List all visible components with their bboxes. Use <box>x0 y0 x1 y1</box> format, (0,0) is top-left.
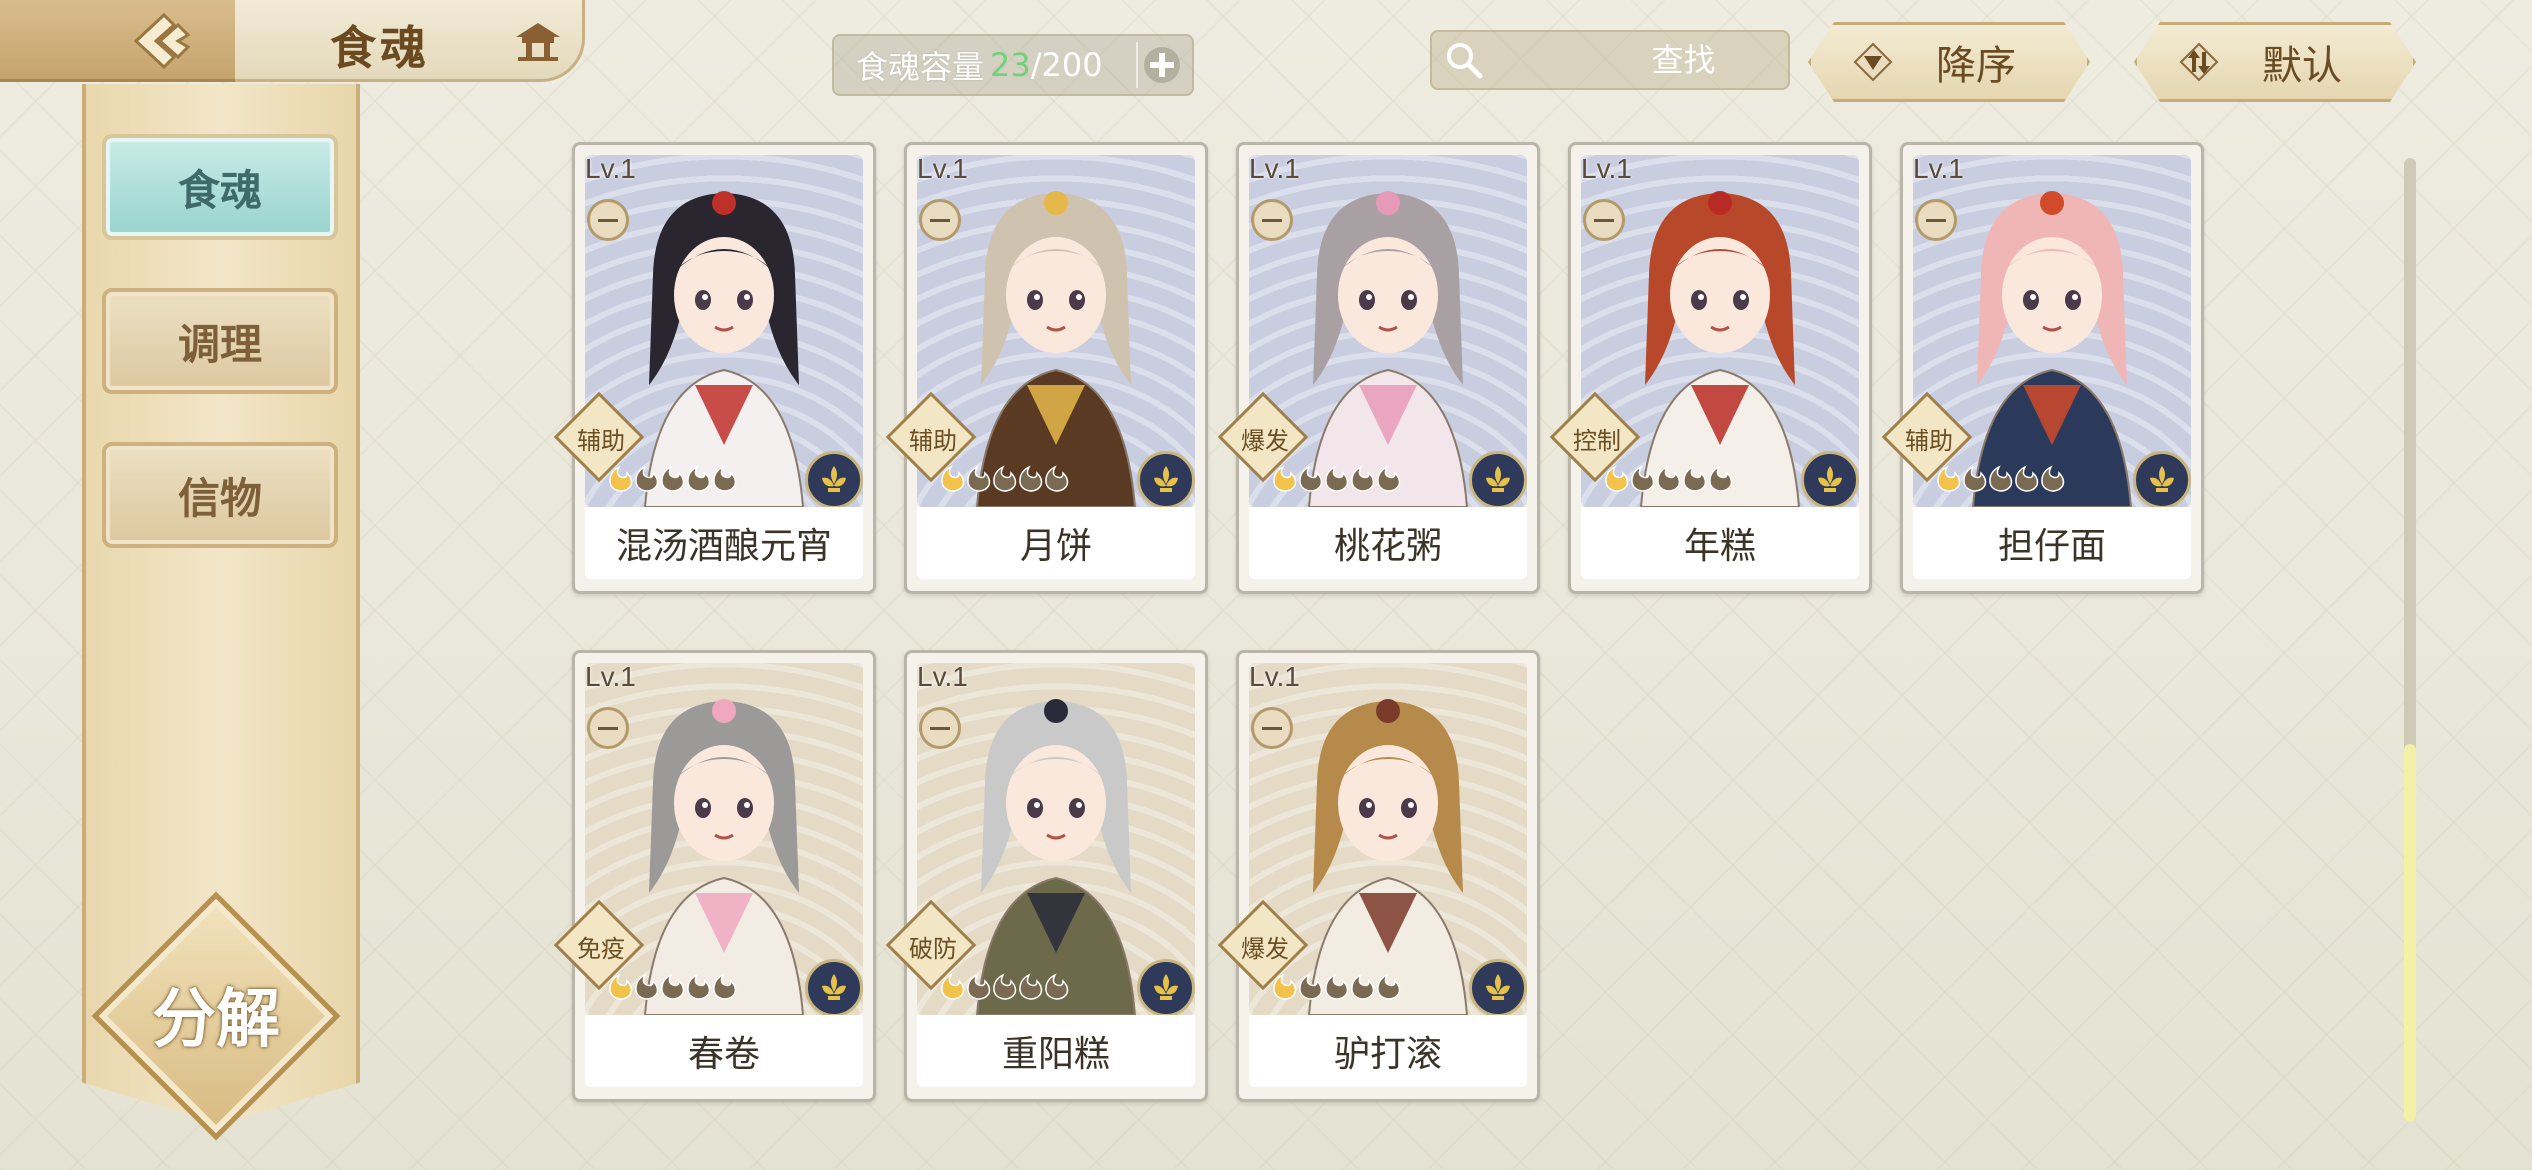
card-name: 驴打滚 <box>1249 1015 1527 1087</box>
sidebar-tab-label: 调理 <box>177 319 262 369</box>
rank-badge-icon <box>1251 199 1293 241</box>
back-button[interactable] <box>120 8 210 74</box>
magnifier-icon <box>1444 38 1484 82</box>
food-soul-card[interactable]: Lv.1 爆发 桃花粥 <box>1217 142 1540 594</box>
food-soul-card[interactable]: Lv.1 破防 重阳糕 <box>885 650 1208 1102</box>
card-name: 年糕 <box>1581 507 1859 579</box>
card-level: Lv.1 <box>1913 153 1964 184</box>
page-title: 食魂 <box>330 21 430 75</box>
star-rating <box>1269 463 1401 493</box>
rank-badge-icon <box>587 199 629 241</box>
back-arrow-icon <box>133 12 191 70</box>
food-soul-card[interactable]: Lv.1 辅助 混汤酒酿元宵 <box>553 142 876 594</box>
fleur-emblem-icon <box>805 451 863 509</box>
card-level: Lv.1 <box>917 661 968 692</box>
card-name: 重阳糕 <box>917 1015 1195 1087</box>
triangle-down-icon <box>1851 40 1895 84</box>
rank-badge-icon <box>919 707 961 749</box>
sidebar-tab-food-souls[interactable]: 食魂 <box>102 134 338 240</box>
rank-badge-icon <box>1583 199 1625 241</box>
rank-badge-icon <box>1915 199 1957 241</box>
scrollbar-thumb[interactable] <box>2404 744 2416 1122</box>
card-name: 春卷 <box>585 1015 863 1087</box>
food-soul-card[interactable]: Lv.1 控制 年糕 <box>1549 142 1872 594</box>
flame-star-icon <box>713 465 737 492</box>
default-sort-button[interactable]: 默认 <box>2134 22 2416 102</box>
fleur-emblem-icon <box>1801 451 1859 509</box>
rank-badge-icon <box>919 199 961 241</box>
card-level: Lv.1 <box>585 661 636 692</box>
rank-badge-icon <box>1251 707 1293 749</box>
fleur-emblem-icon <box>1137 451 1195 509</box>
card-name: 桃花粥 <box>1249 507 1527 579</box>
card-level: Lv.1 <box>585 153 636 184</box>
card-name: 担仔面 <box>1913 507 2191 579</box>
fleur-emblem-icon <box>2133 451 2191 509</box>
swap-arrows-icon <box>2177 40 2221 84</box>
flame-star-icon <box>1377 465 1401 492</box>
sidebar-tab-conditioning[interactable]: 调理 <box>102 288 338 394</box>
food-soul-grid: Lv.1 辅助 混汤酒酿元宵 Lv.1 辅助 月饼 Lv.1 爆发 桃花粥 Lv.1 控制 年糕 Lv.… <box>553 142 2212 1112</box>
expand-capacity-button[interactable] <box>1136 42 1186 88</box>
fleur-emblem-icon <box>1469 959 1527 1017</box>
star-rating <box>605 463 737 493</box>
card-level: Lv.1 <box>1581 153 1632 184</box>
star-rating <box>937 971 1069 1001</box>
card-name: 月饼 <box>917 507 1195 579</box>
default-sort-label: 默认 <box>2262 43 2342 89</box>
rank-badge-icon <box>587 707 629 749</box>
flame-star-icon <box>1709 465 1733 492</box>
fleur-emblem-icon <box>1137 959 1195 1017</box>
sidebar-tab-tokens[interactable]: 信物 <box>102 442 338 548</box>
star-rating <box>1269 971 1401 1001</box>
food-soul-card[interactable]: Lv.1 辅助 月饼 <box>885 142 1208 594</box>
home-pavilion-icon <box>516 23 560 61</box>
star-rating <box>1933 463 2065 493</box>
search-box <box>1430 30 1913 90</box>
sidebar-tab-label: 信物 <box>177 473 262 523</box>
capacity-separator: / <box>1030 46 1042 84</box>
food-soul-card[interactable]: Lv.1 辅助 担仔面 <box>1881 142 2204 594</box>
plus-icon <box>1144 47 1180 83</box>
flame-star-icon <box>2041 465 2065 492</box>
sidebar-tab-label: 食魂 <box>177 165 262 215</box>
card-level: Lv.1 <box>1249 661 1300 692</box>
card-name: 混汤酒酿元宵 <box>585 507 863 579</box>
card-level: Lv.1 <box>1249 153 1300 184</box>
fleur-emblem-icon <box>1469 451 1527 509</box>
food-soul-card[interactable]: Lv.1 爆发 驴打滚 <box>1217 650 1540 1102</box>
star-rating <box>937 463 1069 493</box>
flame-star-icon <box>1045 465 1069 492</box>
home-button[interactable] <box>508 16 568 66</box>
fleur-emblem-icon <box>805 959 863 1017</box>
sort-order-button[interactable]: 降序 <box>1808 22 2090 102</box>
flame-star-icon <box>1045 973 1069 1000</box>
capacity-max: 200 <box>1041 46 1103 84</box>
capacity-label: 食魂容量 <box>856 48 985 86</box>
capacity-current: 23 <box>990 46 1031 84</box>
sort-order-label: 降序 <box>1936 43 2016 89</box>
flame-star-icon <box>1377 973 1401 1000</box>
food-soul-card[interactable]: Lv.1 免疫 春卷 <box>553 650 876 1102</box>
card-level: Lv.1 <box>917 153 968 184</box>
flame-star-icon <box>713 973 737 1000</box>
scrollbar[interactable] <box>2404 158 2416 1122</box>
star-rating <box>1601 463 1733 493</box>
capacity-display: 食魂容量 23 / 200 <box>832 34 1194 96</box>
star-rating <box>605 971 737 1001</box>
